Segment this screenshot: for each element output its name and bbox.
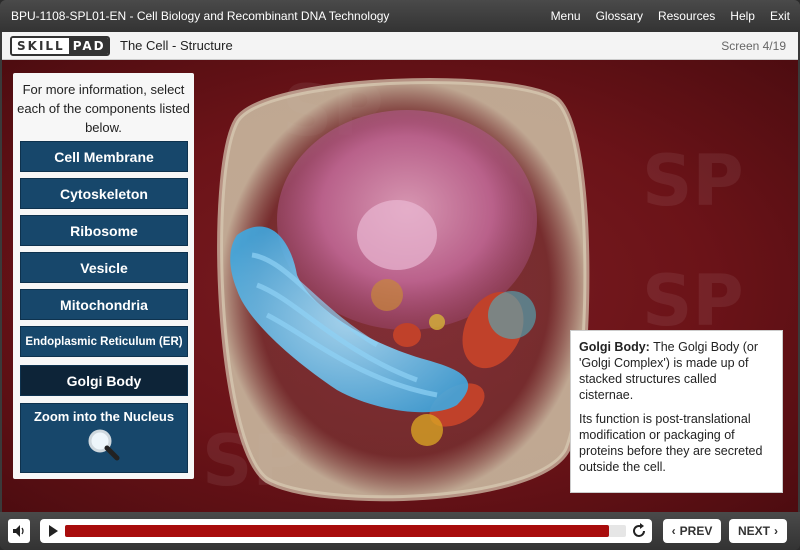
course-title: BPU-1108-SPL01-EN - Cell Biology and Rec… <box>11 9 390 23</box>
screen-counter: Screen 4/19 <box>721 39 786 53</box>
chevron-right-icon: › <box>774 524 778 538</box>
resources-link[interactable]: Resources <box>658 9 715 23</box>
mitochondria-shape <box>393 323 421 347</box>
progress-bar[interactable] <box>65 525 626 537</box>
media-player <box>40 519 652 543</box>
screen-title: The Cell - Structure <box>120 38 233 53</box>
speaker-icon <box>13 525 24 537</box>
info-box: Golgi Body: The Golgi Body (or 'Golgi Co… <box>570 330 783 493</box>
component-panel: For more information, select each of the… <box>13 73 194 479</box>
vesicle-shape <box>429 314 445 330</box>
golgi-body-button[interactable]: Golgi Body <box>20 365 188 396</box>
mitochondria-button[interactable]: Mitochondria <box>20 289 188 320</box>
glossary-link[interactable]: Glossary <box>596 9 643 23</box>
vesicle-shape <box>488 291 536 339</box>
logo-right: PAD <box>68 38 108 54</box>
volume-button[interactable] <box>8 519 30 543</box>
help-link[interactable]: Help <box>730 9 755 23</box>
next-button[interactable]: NEXT › <box>729 519 787 543</box>
chevron-left-icon: ‹ <box>671 524 676 538</box>
ribosome-button[interactable]: Ribosome <box>20 215 188 246</box>
progress-fill <box>65 525 610 537</box>
replay-icon[interactable] <box>630 522 648 540</box>
title-bar: SKILL PAD The Cell - Structure Screen 4/… <box>2 32 798 60</box>
skillpad-logo: SKILL PAD <box>10 36 110 56</box>
top-nav: Menu Glossary Resources Help Exit <box>551 9 790 23</box>
prev-button[interactable]: ‹ PREV <box>663 519 721 543</box>
cell-membrane-button[interactable]: Cell Membrane <box>20 141 188 172</box>
cytoskeleton-button[interactable]: Cytoskeleton <box>20 178 188 209</box>
watermark-logo: SP <box>642 140 744 222</box>
info-function: Its function is post-translational modif… <box>579 412 763 474</box>
zoom-nucleus-button[interactable]: Zoom into the Nucleus <box>20 403 188 473</box>
info-intro-paragraph: Golgi Body: The Golgi Body (or 'Golgi Co… <box>579 339 774 403</box>
cell-illustration <box>217 78 590 502</box>
vesicle-button[interactable]: Vesicle <box>20 252 188 283</box>
menu-link[interactable]: Menu <box>551 9 581 23</box>
prev-label: PREV <box>679 524 713 538</box>
panel-instructions: For more information, select each of the… <box>17 82 190 135</box>
magnifier-icon <box>88 429 120 461</box>
nucleolus-shape <box>357 200 437 270</box>
endoplasmic-reticulum-button[interactable]: Endoplasmic Reticulum (ER) <box>20 326 188 357</box>
info-heading: Golgi Body: <box>579 340 650 354</box>
top-bar: BPU-1108-SPL01-EN - Cell Biology and Rec… <box>0 0 800 32</box>
vesicle-shape <box>411 414 443 446</box>
exit-link[interactable]: Exit <box>770 9 790 23</box>
next-label: NEXT <box>737 524 770 538</box>
app-window: BPU-1108-SPL01-EN - Cell Biology and Rec… <box>0 0 800 550</box>
content-stage: SP SP SP SP SP <box>2 60 798 512</box>
play-icon[interactable] <box>49 525 58 537</box>
zoom-nucleus-label: Zoom into the Nucleus <box>33 409 175 424</box>
logo-left: SKILL <box>12 38 69 54</box>
control-bar: ‹ PREV NEXT › <box>0 512 800 550</box>
vesicle-shape <box>371 279 403 311</box>
